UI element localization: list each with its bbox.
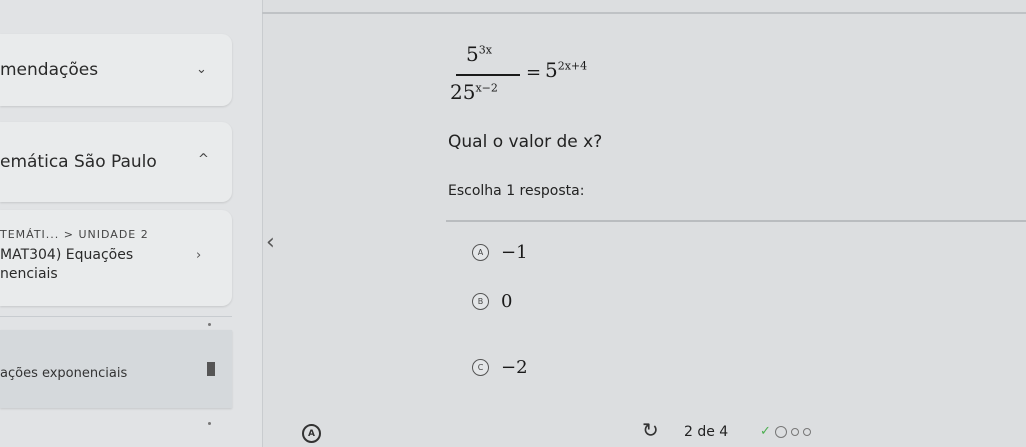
chevron-right-icon[interactable]: › xyxy=(196,248,201,263)
module-title-line2: nenciais xyxy=(0,266,58,282)
option-b[interactable]: B 0 xyxy=(472,289,512,313)
sidebar: mendações ⌄ emática São Paulo ^ TEMÁTI..… xyxy=(0,0,263,447)
recommendations-label: mendações xyxy=(0,60,99,80)
redo-icon[interactable]: ↻ xyxy=(642,418,659,442)
topic-label: ações exponenciais xyxy=(0,366,128,381)
right-hand-side: 52x+4 xyxy=(545,58,588,82)
subject-card[interactable]: emática São Paulo ^ xyxy=(0,122,232,202)
options-divider xyxy=(446,220,1026,222)
module-title: MAT304) Equações nenciais xyxy=(0,246,200,284)
scroll-dot-icon xyxy=(208,422,211,425)
equals-sign: = xyxy=(526,62,542,83)
denominator: 25x−2 xyxy=(450,80,498,104)
option-letter-badge: A xyxy=(472,243,489,261)
check-icon: ✓ xyxy=(760,424,771,439)
chevron-down-icon[interactable]: ⌄ xyxy=(196,62,207,77)
page-count: 2 de 4 xyxy=(684,424,729,440)
numerator: 53x xyxy=(466,42,492,66)
option-a[interactable]: A −1 xyxy=(472,240,528,264)
answer-instruction: Escolha 1 resposta: xyxy=(448,183,585,199)
recommendations-card[interactable]: mendações ⌄ xyxy=(0,34,232,106)
option-letter-badge: C xyxy=(472,358,489,376)
topic-item[interactable]: ações exponenciais xyxy=(0,330,232,408)
option-value: −1 xyxy=(501,241,528,263)
progress-square-icon xyxy=(207,362,215,376)
fraction-bar xyxy=(456,74,520,76)
progress-dot-icon xyxy=(802,427,811,436)
question-prompt: Qual o valor de x? xyxy=(448,132,603,152)
logo-icon: A xyxy=(302,424,321,443)
breadcrumb[interactable]: TEMÁTI... > UNIDADE 2 xyxy=(0,228,149,241)
option-value: 0 xyxy=(501,290,513,312)
chevron-left-icon[interactable]: ‹ xyxy=(266,230,275,255)
option-value: −2 xyxy=(501,356,528,378)
scroll-dot-icon xyxy=(208,323,211,326)
chevron-up-icon[interactable]: ^ xyxy=(198,152,209,167)
sidebar-divider xyxy=(0,316,232,317)
progress-dot-icon xyxy=(790,427,799,436)
progress-indicator: ✓ xyxy=(760,424,811,439)
equation: 53x 25x−2 = 52x+4 xyxy=(450,34,630,114)
top-divider xyxy=(262,12,1026,14)
option-letter-badge: B xyxy=(472,292,489,310)
module-card[interactable]: TEMÁTI... > UNIDADE 2 MAT304) Equações n… xyxy=(0,210,232,306)
subject-label: emática São Paulo xyxy=(0,152,157,172)
module-title-line1: MAT304) Equações xyxy=(0,247,134,263)
progress-dot-icon xyxy=(774,425,787,438)
option-c[interactable]: C −2 xyxy=(472,355,528,379)
